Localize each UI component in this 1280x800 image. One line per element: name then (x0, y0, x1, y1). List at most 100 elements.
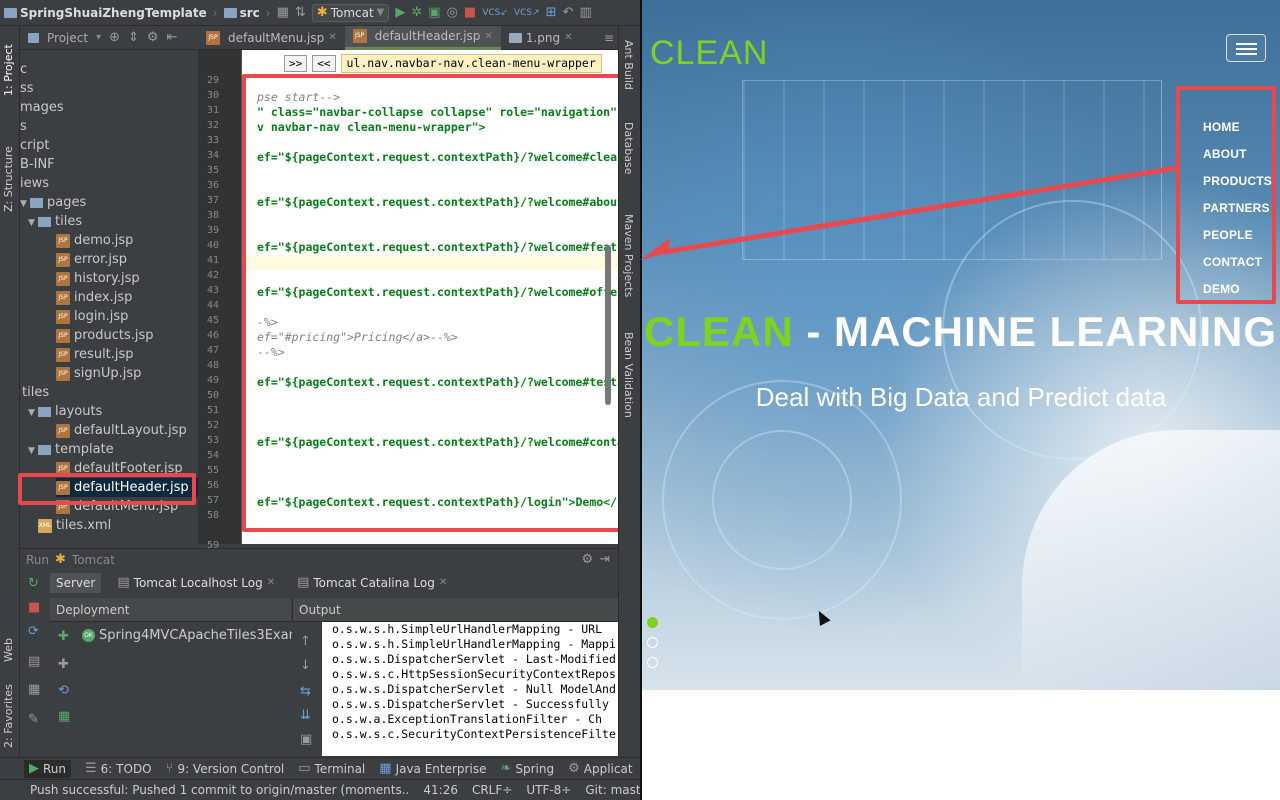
carousel-dot-2[interactable] (647, 637, 658, 648)
tree-item[interactable]: JSP index.jsp (56, 288, 132, 307)
tab-project[interactable]: 1: Project (2, 44, 15, 96)
tab-defaultmenu[interactable]: JSP defaultMenu.jsp ✕ (198, 26, 345, 50)
wrap-icon[interactable]: ⇆ (300, 684, 311, 699)
hide-icon[interactable]: ⇤ (167, 30, 178, 45)
tree-item[interactable]: c (20, 60, 27, 79)
tree-item[interactable]: ▼ template (28, 440, 114, 459)
tab-web[interactable]: Web (2, 638, 15, 662)
tab-structure[interactable]: Z: Structure (2, 146, 15, 212)
undo-icon[interactable]: ↶ (563, 5, 574, 20)
coverage-icon[interactable]: ▣ (428, 5, 440, 20)
status-message[interactable]: Push successful: Pushed 1 commit to orig… (30, 783, 409, 797)
vcs-update-icon[interactable]: VCS↙ (482, 6, 508, 20)
build-icon[interactable]: ▦ (277, 5, 289, 20)
close-icon[interactable]: ✕ (328, 32, 336, 43)
tool-spring[interactable]: ❧ Spring (500, 761, 554, 776)
gear-icon[interactable]: ⚙ (147, 30, 159, 45)
line-separator[interactable]: CRLF÷ (472, 783, 512, 797)
expand-triangle-icon[interactable]: ▼ (28, 442, 38, 461)
tree-item[interactable]: JSP defaultLayout.jsp (56, 421, 187, 440)
tool-terminal[interactable]: ▭ Terminal (298, 761, 365, 776)
update-icon[interactable]: ⟳ (28, 624, 39, 639)
caret-position[interactable]: 41:26 (423, 783, 458, 797)
debug-icon[interactable]: ✲ (411, 5, 422, 20)
split-icon[interactable]: ▥ (579, 5, 591, 20)
nav-prev-button[interactable]: << (312, 55, 336, 72)
chevron-down-icon[interactable]: ▾ (96, 32, 101, 43)
project-panel-title[interactable]: Project (47, 31, 88, 45)
tree-item[interactable]: cript (20, 136, 49, 155)
tree-item[interactable]: B-INF (20, 155, 55, 174)
collapse-icon[interactable]: ⇕ (128, 30, 139, 45)
deploy-icon[interactable]: ▦ (28, 682, 40, 697)
vcs-compare-icon[interactable]: ⊞ (546, 5, 557, 20)
tab-image[interactable]: 1.png ✕ (501, 26, 581, 50)
tree-item[interactable]: ▼ layouts (28, 402, 102, 421)
tool-version-control[interactable]: ⑂ 9: Version Control (166, 761, 285, 776)
carousel-dot-1[interactable] (647, 617, 658, 628)
tree-item[interactable]: JSP error.jsp (56, 250, 127, 269)
stop-icon[interactable]: ■ (464, 5, 476, 20)
vcs-commit-icon[interactable]: VCS↗ (514, 6, 540, 20)
print-icon[interactable]: ▣ (300, 732, 312, 747)
nav-next-button[interactable]: >> (284, 55, 308, 72)
undeploy-icon[interactable]: ✚ (58, 658, 69, 672)
tree-item[interactable]: JSP login.jsp (56, 307, 128, 326)
tree-item[interactable]: iews (20, 174, 49, 193)
tree-item[interactable]: JSP signUp.jsp (56, 364, 141, 383)
hamburger-menu-button[interactable] (1226, 34, 1266, 62)
run-icon[interactable]: ▶ (395, 5, 405, 20)
tab-overflow-icon[interactable]: ≡ (604, 31, 618, 45)
tab-defaultheader[interactable]: JSP defaultHeader.jsp ✕ (344, 25, 501, 50)
tab-catalina-log[interactable]: ▤ Tomcat Catalina Log ✕ (291, 573, 453, 593)
breadcrumb-path[interactable]: ul.nav.navbar-nav.clean-menu-wrapper (340, 54, 602, 73)
tab-database[interactable]: Database (622, 122, 635, 175)
project-breadcrumb[interactable]: SpringShuaiZhengTemplate (4, 6, 207, 20)
layout-icon[interactable]: ▤ (28, 654, 40, 669)
tree-item[interactable]: mages (20, 98, 64, 117)
rerun-icon[interactable]: ↻ (28, 576, 39, 591)
artifact-icon[interactable]: ▦ (58, 710, 70, 724)
output-console[interactable]: o.s.w.s.h.SimpleUrlHandlerMapping - URL … (322, 622, 618, 756)
hide-icon[interactable]: ⇥ (599, 552, 618, 567)
tool-application[interactable]: ⚙ Applicat (568, 761, 632, 776)
stop-icon[interactable]: ■ (28, 600, 40, 615)
git-branch[interactable]: Git: master ÷ (585, 783, 640, 797)
deployment-item[interactable]: OK Spring4MVCApacheTiles3Exam (82, 628, 301, 643)
close-icon[interactable]: ✕ (484, 31, 492, 42)
tab-maven[interactable]: Maven Projects (622, 214, 635, 297)
carousel-dot-3[interactable] (647, 657, 658, 668)
target-icon[interactable]: ⊕ (109, 30, 120, 45)
tab-ant-build[interactable]: Ant Build (622, 40, 635, 90)
tree-item[interactable]: ▼ tiles (28, 212, 82, 231)
run-config-dropdown[interactable]: ✱ Tomcat ▼ (311, 3, 390, 22)
tab-server[interactable]: Server (50, 572, 102, 593)
src-breadcrumb[interactable]: src (223, 6, 260, 20)
tree-item[interactable]: JSP products.jsp (56, 326, 154, 345)
tree-item[interactable]: s (20, 117, 27, 136)
profile-icon[interactable]: ◎ (447, 5, 458, 20)
expand-triangle-icon[interactable]: ▼ (28, 404, 38, 423)
tree-item[interactable]: ▼ pages (20, 193, 86, 212)
tree-item[interactable]: JSP result.jsp (56, 345, 134, 364)
tree-item[interactable]: ss (20, 79, 34, 98)
up-icon[interactable]: ↑ (300, 634, 311, 649)
expand-triangle-icon[interactable]: ▼ (28, 214, 38, 233)
tool-todo[interactable]: ☰ 6: TODO (85, 761, 152, 776)
gear-icon[interactable]: ⚙ (581, 552, 593, 567)
tab-localhost-log[interactable]: ▤ Tomcat Localhost Log ✕ (111, 573, 281, 593)
tree-item[interactable]: tiles (22, 383, 49, 402)
site-logo[interactable]: CLEAN (650, 34, 768, 73)
pin-icon[interactable]: ✎ (28, 712, 39, 727)
close-icon[interactable]: ✕ (564, 32, 572, 43)
close-icon[interactable]: ✕ (439, 577, 447, 588)
tree-item[interactable]: JSP demo.jsp (56, 231, 133, 250)
tab-favorites[interactable]: 2: Favorites (2, 684, 15, 748)
file-encoding[interactable]: UTF-8÷ (526, 783, 571, 797)
deploy-add-icon[interactable]: ✚ (58, 630, 69, 644)
tab-bean-validation[interactable]: Bean Validation (622, 332, 635, 418)
scroll-end-icon[interactable]: ⇊ (300, 708, 311, 723)
down-icon[interactable]: ↓ (300, 658, 311, 673)
tool-java-enterprise[interactable]: ▦ Java Enterprise (379, 761, 486, 776)
sort-icon[interactable]: ⇅ (295, 5, 306, 20)
